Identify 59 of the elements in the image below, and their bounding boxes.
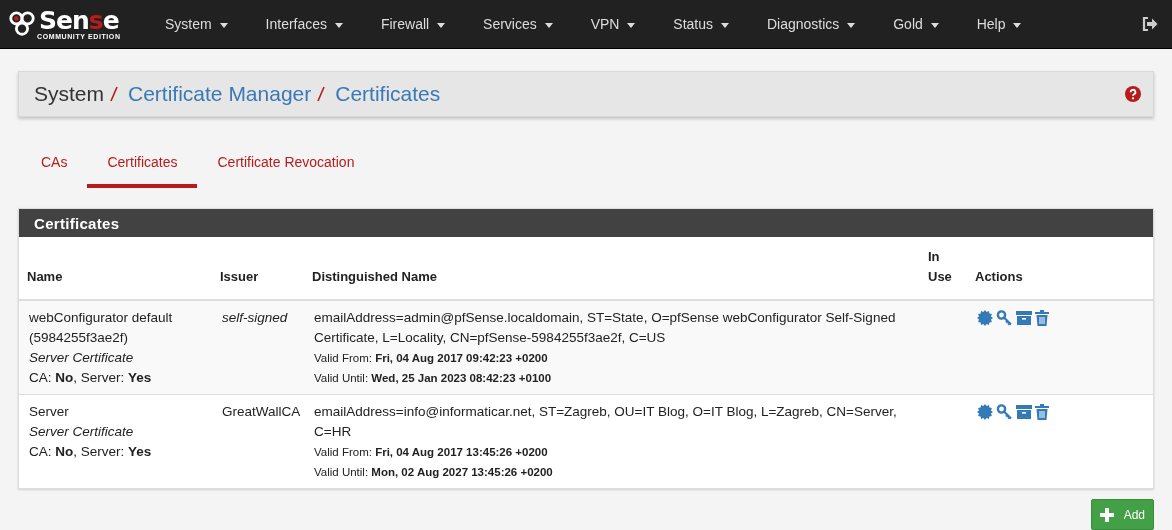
caret-icon bbox=[720, 22, 729, 28]
archive-icon[interactable] bbox=[1016, 310, 1032, 326]
certificate-badge-icon[interactable] bbox=[977, 310, 993, 326]
tab[interactable]: CAs bbox=[21, 142, 88, 188]
column-header: Name bbox=[27, 269, 63, 284]
caret-icon bbox=[334, 22, 343, 28]
caret-icon bbox=[930, 22, 939, 28]
logo-wordmark: Sense bbox=[38, 8, 119, 33]
caret-icon bbox=[544, 22, 553, 28]
logo-rings-icon bbox=[8, 10, 36, 38]
certificate-badge-icon[interactable] bbox=[977, 404, 993, 420]
valid-until: Valid Until: Mon, 02 Aug 2027 13:45:26 +0200 bbox=[314, 465, 554, 480]
help-icon[interactable] bbox=[1125, 86, 1141, 102]
certificate-type: Server Certificate bbox=[29, 423, 135, 441]
certificate-type: Server Certificate bbox=[29, 349, 135, 367]
certificate-name: webConfigurator default (5984255f3ae2f) bbox=[29, 309, 174, 347]
breadcrumb-slash-icon bbox=[317, 85, 326, 103]
trash-icon[interactable] bbox=[1035, 404, 1049, 420]
plus-icon bbox=[1099, 507, 1114, 522]
breadcrumb-text: System bbox=[34, 82, 104, 106]
column-header: In Use bbox=[928, 249, 952, 284]
tab[interactable]: Certificates bbox=[87, 142, 198, 188]
column-header: Issuer bbox=[220, 269, 259, 284]
distinguished-name: emailAddress=admin@pfSense.localdomain, ST=State, O=pfSense webConfigurator Self-Signed Certificate, L=Locality, CN=pfSense-5984255f3ae2f, C=US bbox=[314, 309, 897, 347]
caret-icon bbox=[847, 22, 856, 28]
column-header: Distinguished Name bbox=[312, 269, 437, 284]
certificate-flags: CA: No, Server: Yes bbox=[29, 443, 153, 461]
tab[interactable]: Certificate Revocation bbox=[197, 142, 375, 188]
logout-icon[interactable] bbox=[1142, 17, 1158, 31]
certificate-flags: CA: No, Server: Yes bbox=[29, 369, 153, 387]
caret-icon bbox=[219, 22, 228, 28]
caret-icon bbox=[1013, 22, 1022, 28]
nav-menu-item[interactable]: Firewall bbox=[361, 16, 465, 32]
issuer-cell: GreatWallCA bbox=[222, 404, 301, 419]
breadcrumb-link[interactable]: Certificates bbox=[335, 82, 441, 106]
caret-icon bbox=[627, 22, 636, 28]
valid-from: Valid From: Fri, 04 Aug 2017 13:45:26 +0200 bbox=[314, 445, 549, 460]
nav-menu-item[interactable]: Interfaces bbox=[246, 16, 362, 32]
certificate-name: Server bbox=[29, 403, 70, 421]
nav-menu-item[interactable]: Help bbox=[957, 16, 1041, 32]
panel-title: Certificates bbox=[34, 214, 120, 232]
key-icon[interactable] bbox=[996, 404, 1013, 420]
archive-icon[interactable] bbox=[1016, 404, 1032, 420]
key-icon[interactable] bbox=[996, 310, 1013, 326]
nav-menu-item[interactable]: Services bbox=[464, 16, 572, 32]
valid-from: Valid From: Fri, 04 Aug 2017 09:42:23 +0200 bbox=[314, 351, 549, 366]
trash-icon[interactable] bbox=[1035, 310, 1049, 326]
nav-menu-item[interactable]: System bbox=[146, 16, 247, 32]
nav-menu-item[interactable]: Status bbox=[654, 16, 748, 32]
nav-menu-item[interactable]: Gold bbox=[874, 16, 958, 32]
breadcrumb-slash-icon bbox=[110, 85, 118, 103]
distinguished-name: emailAddress=info@informaticar.net, ST=Zagreb, OU=IT Blog, O=IT Blog, L=Zagreb, CN=Server, C=HR bbox=[314, 403, 898, 441]
nav-menu-item[interactable]: Diagnostics bbox=[747, 16, 875, 32]
nav-menu-item[interactable]: VPN bbox=[571, 16, 655, 32]
column-header: Actions bbox=[975, 269, 1023, 284]
caret-icon bbox=[437, 22, 446, 28]
issuer-cell: self-signed bbox=[222, 310, 288, 325]
breadcrumb-link[interactable]: Certificate Manager bbox=[128, 82, 312, 106]
valid-until: Valid Until: Wed, 25 Jan 2023 08:42:23 +0100 bbox=[314, 371, 553, 386]
